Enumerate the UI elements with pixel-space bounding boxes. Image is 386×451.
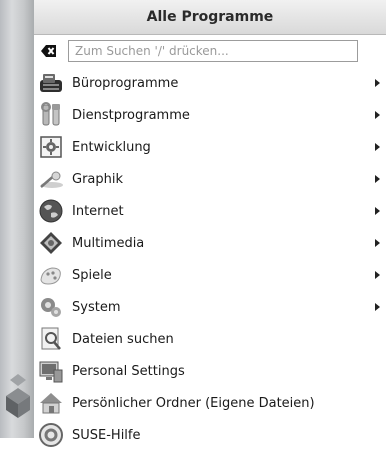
system-icon [36, 293, 66, 321]
all-programs-menu: Alle Programme Büroprogramme [34, 0, 386, 447]
menu-item-suse-help[interactable]: SUSE-Hilfe [34, 419, 386, 451]
settings-icon [36, 357, 66, 385]
menu-item-personal-settings[interactable]: Personal Settings [34, 355, 386, 387]
menu-item-label: Büroprogramme [72, 75, 179, 91]
graphics-icon [36, 165, 66, 193]
menu-item-utilities[interactable]: Dienstprogramme [34, 99, 386, 131]
menu-item-graphics[interactable]: Graphik [34, 163, 386, 195]
submenu-arrow-icon [375, 271, 380, 279]
menu-item-label: Spiele [72, 267, 112, 283]
menu-item-label: Personal Settings [72, 363, 185, 379]
clear-search-icon[interactable] [34, 35, 64, 67]
menu-item-label: SUSE-Hilfe [72, 427, 141, 443]
menu-item-home-folder[interactable]: Persönlicher Ordner (Eigene Dateien) [34, 387, 386, 419]
submenu-arrow-icon [375, 79, 380, 87]
home-folder-icon [36, 389, 66, 417]
multimedia-icon [36, 229, 66, 257]
submenu-arrow-icon [375, 239, 380, 247]
menu-item-label: Dateien suchen [72, 331, 174, 347]
submenu-arrow-icon [375, 207, 380, 215]
menu-item-system[interactable]: System [34, 291, 386, 323]
menu-item-label: Entwicklung [72, 139, 151, 155]
submenu-arrow-icon [375, 175, 380, 183]
internet-icon [36, 197, 66, 225]
menu-item-label: System [72, 299, 121, 315]
find-files-icon [36, 325, 66, 353]
suse-logo-icon [6, 374, 30, 418]
submenu-arrow-icon [375, 303, 380, 311]
menu-item-development[interactable]: Entwicklung [34, 131, 386, 163]
menu-sidebar [0, 0, 34, 438]
development-icon [36, 133, 66, 161]
menu-title: Alle Programme [34, 0, 386, 35]
menu-item-office[interactable]: Büroprogramme [34, 67, 386, 99]
menu-item-label: Multimedia [72, 235, 145, 251]
games-icon [36, 261, 66, 289]
utilities-icon [36, 101, 66, 129]
search-input[interactable] [68, 40, 358, 62]
menu-item-label: Dienstprogramme [72, 107, 190, 123]
menu-item-find-files[interactable]: Dateien suchen [34, 323, 386, 355]
help-icon [36, 421, 66, 449]
menu-item-label: Graphik [72, 171, 124, 187]
office-icon [36, 69, 66, 97]
menu-item-multimedia[interactable]: Multimedia [34, 227, 386, 259]
search-row [34, 35, 386, 67]
menu-item-games[interactable]: Spiele [34, 259, 386, 291]
menu-item-internet[interactable]: Internet [34, 195, 386, 227]
submenu-arrow-icon [375, 111, 380, 119]
menu-item-label: Internet [72, 203, 124, 219]
submenu-arrow-icon [375, 143, 380, 151]
menu-item-label: Persönlicher Ordner (Eigene Dateien) [72, 395, 315, 411]
